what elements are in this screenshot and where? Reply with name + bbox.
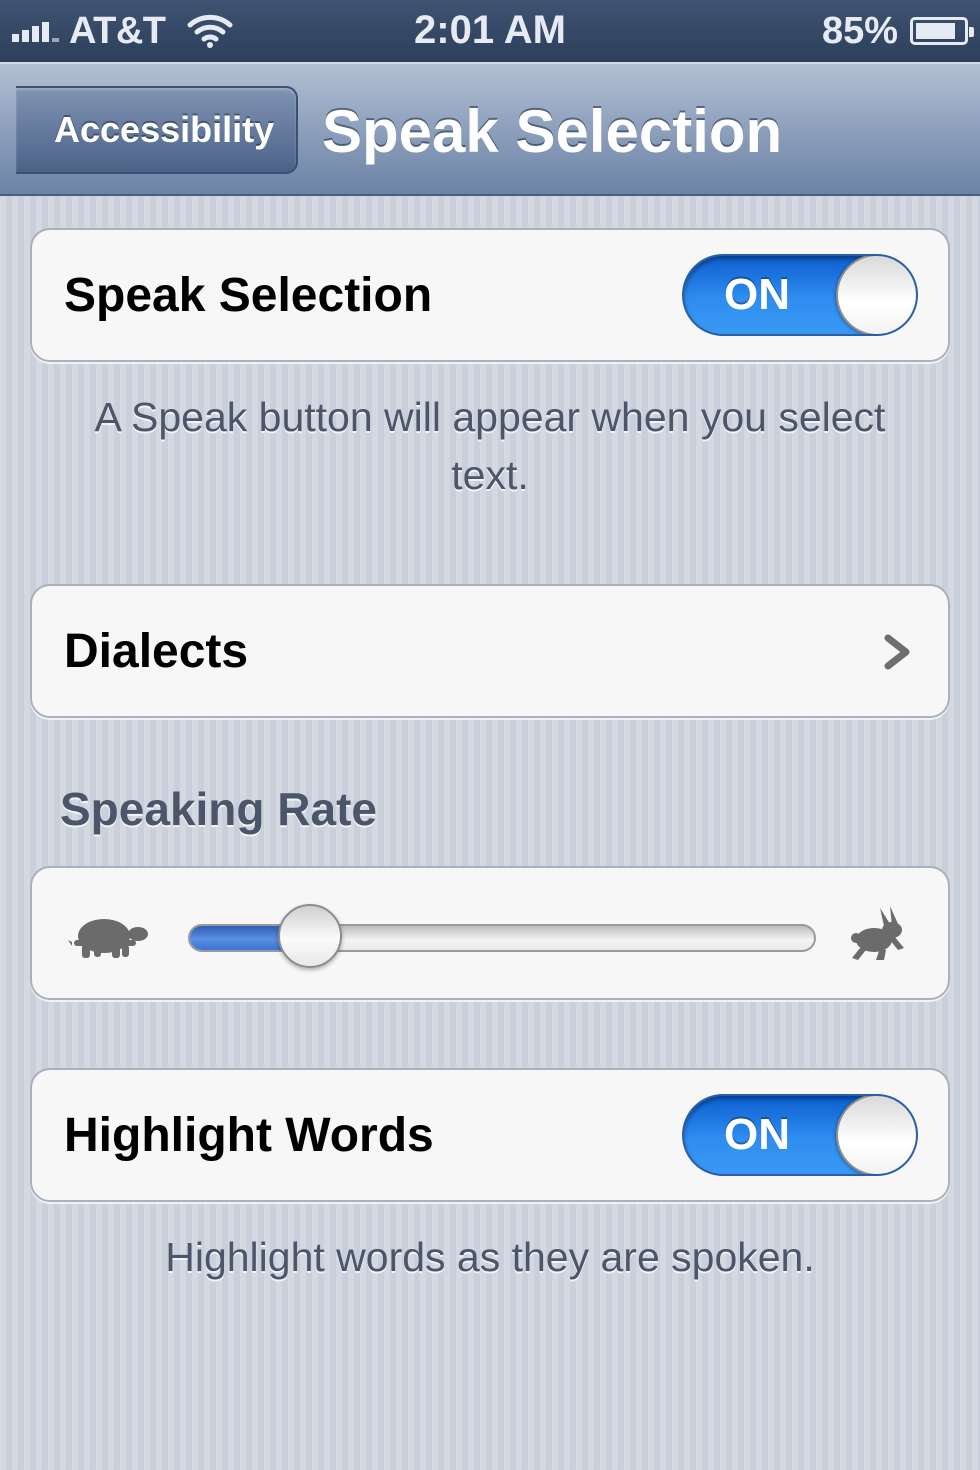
highlight-words-label: Highlight Words — [64, 1108, 434, 1162]
toggle-knob[interactable] — [836, 1096, 916, 1174]
back-button-label: Accessibility — [54, 109, 275, 150]
page-title: Speak Selection — [322, 97, 783, 165]
speak-selection-cell: Speak Selection ON — [30, 228, 950, 362]
turtle-icon — [68, 919, 148, 958]
toggle-on-label: ON — [724, 1110, 790, 1159]
toggle-knob[interactable] — [836, 256, 916, 334]
highlight-words-footer: Highlight words as they are spoken. — [165, 1234, 815, 1280]
back-button[interactable]: Accessibility — [16, 86, 298, 174]
status-bar: AT&T 2:01 AM 85% — [0, 0, 980, 62]
highlight-words-toggle[interactable]: ON — [682, 1094, 918, 1176]
dialects-cell[interactable]: Dialects — [30, 584, 950, 718]
speaking-rate-header: Speaking Rate — [60, 783, 377, 835]
navigation-bar: Accessibility Speak Selection — [0, 62, 980, 196]
speaking-rate-cell — [30, 866, 950, 1000]
rabbit-icon — [851, 906, 904, 960]
speak-selection-footer: A Speak button will appear when you sele… — [94, 394, 886, 498]
battery-icon — [910, 17, 974, 45]
speak-selection-label: Speak Selection — [64, 268, 433, 322]
slider-thumb[interactable] — [278, 904, 342, 968]
battery-percent: 85% — [821, 9, 898, 52]
status-right: 85% — [821, 8, 974, 54]
speak-selection-toggle[interactable]: ON — [682, 254, 918, 336]
chevron-right-icon — [884, 634, 910, 670]
highlight-words-cell: Highlight Words ON — [30, 1068, 950, 1202]
toggle-on-label: ON — [724, 270, 790, 319]
dialects-label: Dialects — [64, 624, 249, 678]
